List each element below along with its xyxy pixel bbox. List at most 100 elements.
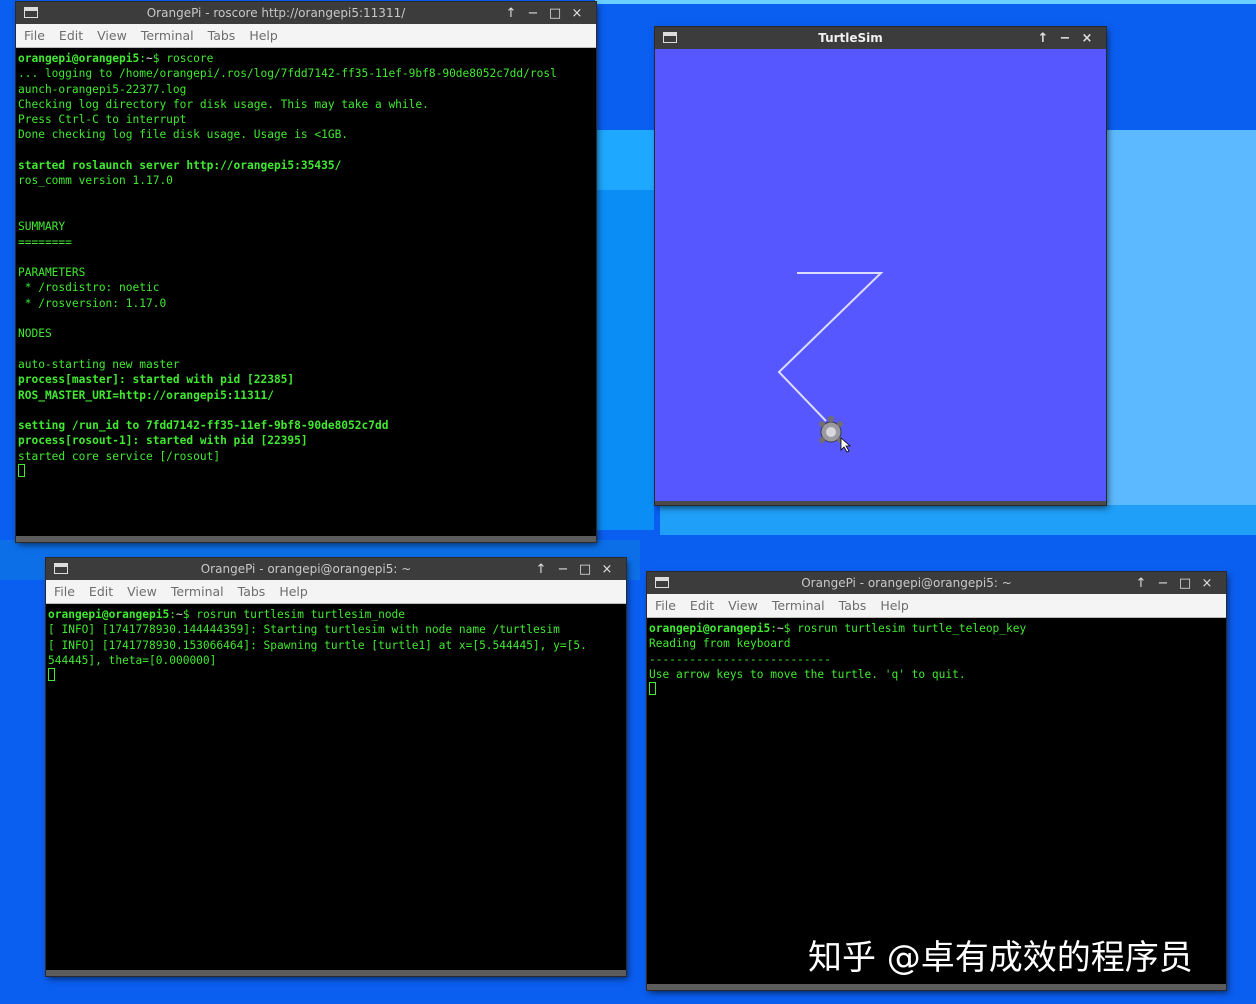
keep-above-icon[interactable]: ↑	[1130, 573, 1152, 595]
menu-help[interactable]: Help	[242, 24, 285, 48]
terminal-text: ~	[777, 622, 784, 635]
menu-tabs[interactable]: Tabs	[201, 24, 243, 48]
terminal-line: 544445], theta=[0.000000]	[48, 653, 626, 668]
desktop-background-band	[660, 505, 1256, 535]
terminal-line: Done checking log file disk usage. Usage…	[18, 127, 596, 142]
turtle-canvas[interactable]	[655, 49, 1106, 501]
menu-tabs[interactable]: Tabs	[832, 594, 874, 618]
menu-help[interactable]: Help	[873, 594, 916, 618]
terminal-line: SUMMARY	[18, 219, 596, 234]
terminal-line: ---------------------------	[649, 652, 1226, 667]
terminal-line: setting /run_id to 7fdd7142-ff35-11ef-9b…	[18, 418, 596, 433]
close-icon[interactable]: ×	[566, 3, 588, 25]
menu-view[interactable]: View	[120, 580, 164, 604]
maximize-icon[interactable]: □	[1174, 573, 1196, 595]
window-border	[647, 984, 1226, 990]
terminal-text: auto-starting new master	[18, 357, 180, 371]
maximize-icon[interactable]: □	[544, 3, 566, 25]
roscore-terminal-window[interactable]: OrangePi - roscore http://orangepi5:1131…	[16, 2, 596, 542]
terminal-text: 544445], theta=[0.000000]	[48, 653, 217, 667]
menu-edit[interactable]: Edit	[52, 24, 90, 48]
terminal-output[interactable]: orangepi@orangepi5:~$ rosrun turtlesim t…	[47, 605, 626, 970]
terminal-line: ========	[18, 235, 596, 250]
terminal-line: process[rosout-1]: started with pid [223…	[18, 433, 596, 448]
keep-above-icon[interactable]: ↑	[1032, 28, 1054, 50]
terminal-text: ========	[18, 235, 72, 249]
terminal-line: aunch-orangepi5-22377.log	[18, 82, 596, 97]
terminal-text: :	[169, 608, 176, 621]
terminal-text: SUMMARY	[18, 220, 66, 234]
terminal-text: setting /run_id to 7fdd7142-ff35-11ef-9b…	[18, 419, 389, 433]
minimize-icon[interactable]: −	[1152, 573, 1174, 595]
turtlesim-window[interactable]: TurtleSim ↑ − ×	[655, 27, 1106, 505]
close-icon[interactable]: ×	[1076, 28, 1098, 50]
close-icon[interactable]: ×	[1196, 573, 1218, 595]
close-icon[interactable]: ×	[596, 559, 618, 581]
menu-file[interactable]: File	[46, 580, 82, 604]
title-bar[interactable]: TurtleSim ↑ − ×	[655, 27, 1106, 49]
terminal-text: ~	[176, 608, 183, 621]
terminal-text: orangepi@orangepi5	[48, 608, 170, 621]
terminal-line: Press Ctrl-C to interrupt	[18, 112, 596, 127]
terminal-text: $ roscore	[152, 52, 214, 65]
menu-bar: File Edit View Terminal Tabs Help	[46, 580, 626, 604]
title-bar[interactable]: OrangePi - orangepi@orangepi5: ~ ↑ − □ ×	[46, 558, 626, 580]
teleop-terminal-window[interactable]: OrangePi - orangepi@orangepi5: ~ ↑ − □ × Fi…	[647, 572, 1226, 990]
terminal-line: Checking log directory for disk usage. T…	[18, 97, 596, 112]
maximize-icon[interactable]: □	[574, 559, 596, 581]
terminal-text: PARAMETERS	[18, 266, 86, 280]
menu-terminal[interactable]: Terminal	[134, 24, 201, 48]
menu-edit[interactable]: Edit	[683, 594, 721, 618]
window-border	[46, 970, 626, 976]
menu-terminal[interactable]: Terminal	[765, 594, 832, 618]
window-title: OrangePi - orangepi@orangepi5: ~	[200, 562, 412, 576]
terminal-line: ROS_MASTER_URI=http://orangepi5:11311/	[18, 388, 596, 403]
title-bar[interactable]: OrangePi - orangepi@orangepi5: ~ ↑ − □ ×	[647, 572, 1226, 594]
terminal-icon	[54, 563, 68, 574]
keep-above-icon[interactable]: ↑	[530, 559, 552, 581]
menu-edit[interactable]: Edit	[82, 580, 120, 604]
terminal-line: NODES	[18, 326, 596, 341]
terminal-line: orangepi@orangepi5:~$ rosrun turtlesim t…	[649, 621, 1226, 636]
terminal-text: started roslaunch server http://orangepi…	[18, 159, 342, 173]
menu-view[interactable]: View	[721, 594, 765, 618]
menu-terminal[interactable]: Terminal	[164, 580, 231, 604]
terminal-text: Use arrow keys to move the turtle. 'q' t…	[649, 667, 966, 681]
turtle-drawing	[777, 272, 884, 453]
terminal-line: Reading from keyboard	[649, 636, 1226, 651]
menu-file[interactable]: File	[647, 594, 683, 618]
minimize-icon[interactable]: −	[522, 3, 544, 25]
minimize-icon[interactable]: −	[552, 559, 574, 581]
terminal-text: ---------------------------	[649, 652, 831, 666]
terminal-output[interactable]: orangepi@orangepi5:~$ roscore... logging…	[17, 49, 596, 536]
menu-help[interactable]: Help	[272, 580, 315, 604]
terminal-line: [ INFO] [1741778930.153066464]: Spawning…	[48, 638, 626, 653]
terminal-line: auto-starting new master	[18, 357, 596, 372]
terminal-text: :	[139, 52, 146, 65]
keep-above-icon[interactable]: ↑	[500, 3, 522, 25]
turtlesim-node-terminal-window[interactable]: OrangePi - orangepi@orangepi5: ~ ↑ − □ × Fi…	[46, 558, 626, 976]
title-bar[interactable]: OrangePi - roscore http://orangepi5:1131…	[16, 2, 596, 24]
text-cursor	[18, 464, 25, 478]
menu-view[interactable]: View	[90, 24, 134, 48]
terminal-text: process[rosout-1]: started with pid [223…	[18, 434, 308, 448]
menu-file[interactable]: File	[16, 24, 52, 48]
terminal-line: ... logging to /home/orangepi/.ros/log/7…	[18, 66, 596, 81]
terminal-line: orangepi@orangepi5:~$ roscore	[18, 51, 596, 66]
window-border	[16, 536, 596, 542]
menu-tabs[interactable]: Tabs	[231, 580, 273, 604]
terminal-text: started core service [/rosout]	[18, 449, 221, 463]
turtle-icon	[819, 415, 852, 453]
terminal-line: orangepi@orangepi5:~$ rosrun turtlesim t…	[48, 607, 626, 622]
text-cursor	[48, 668, 55, 682]
terminal-text: orangepi@orangepi5	[18, 52, 140, 65]
terminal-line: PARAMETERS	[18, 265, 596, 280]
minimize-icon[interactable]: −	[1054, 28, 1076, 50]
terminal-text: Done checking log file disk usage. Usage…	[18, 128, 349, 142]
terminal-text: ROS_MASTER_URI=http://orangepi5:11311/	[18, 388, 274, 402]
desktop-background-band	[596, 190, 654, 530]
terminal-line: [ INFO] [1741778930.144444359]: Starting…	[48, 622, 626, 637]
